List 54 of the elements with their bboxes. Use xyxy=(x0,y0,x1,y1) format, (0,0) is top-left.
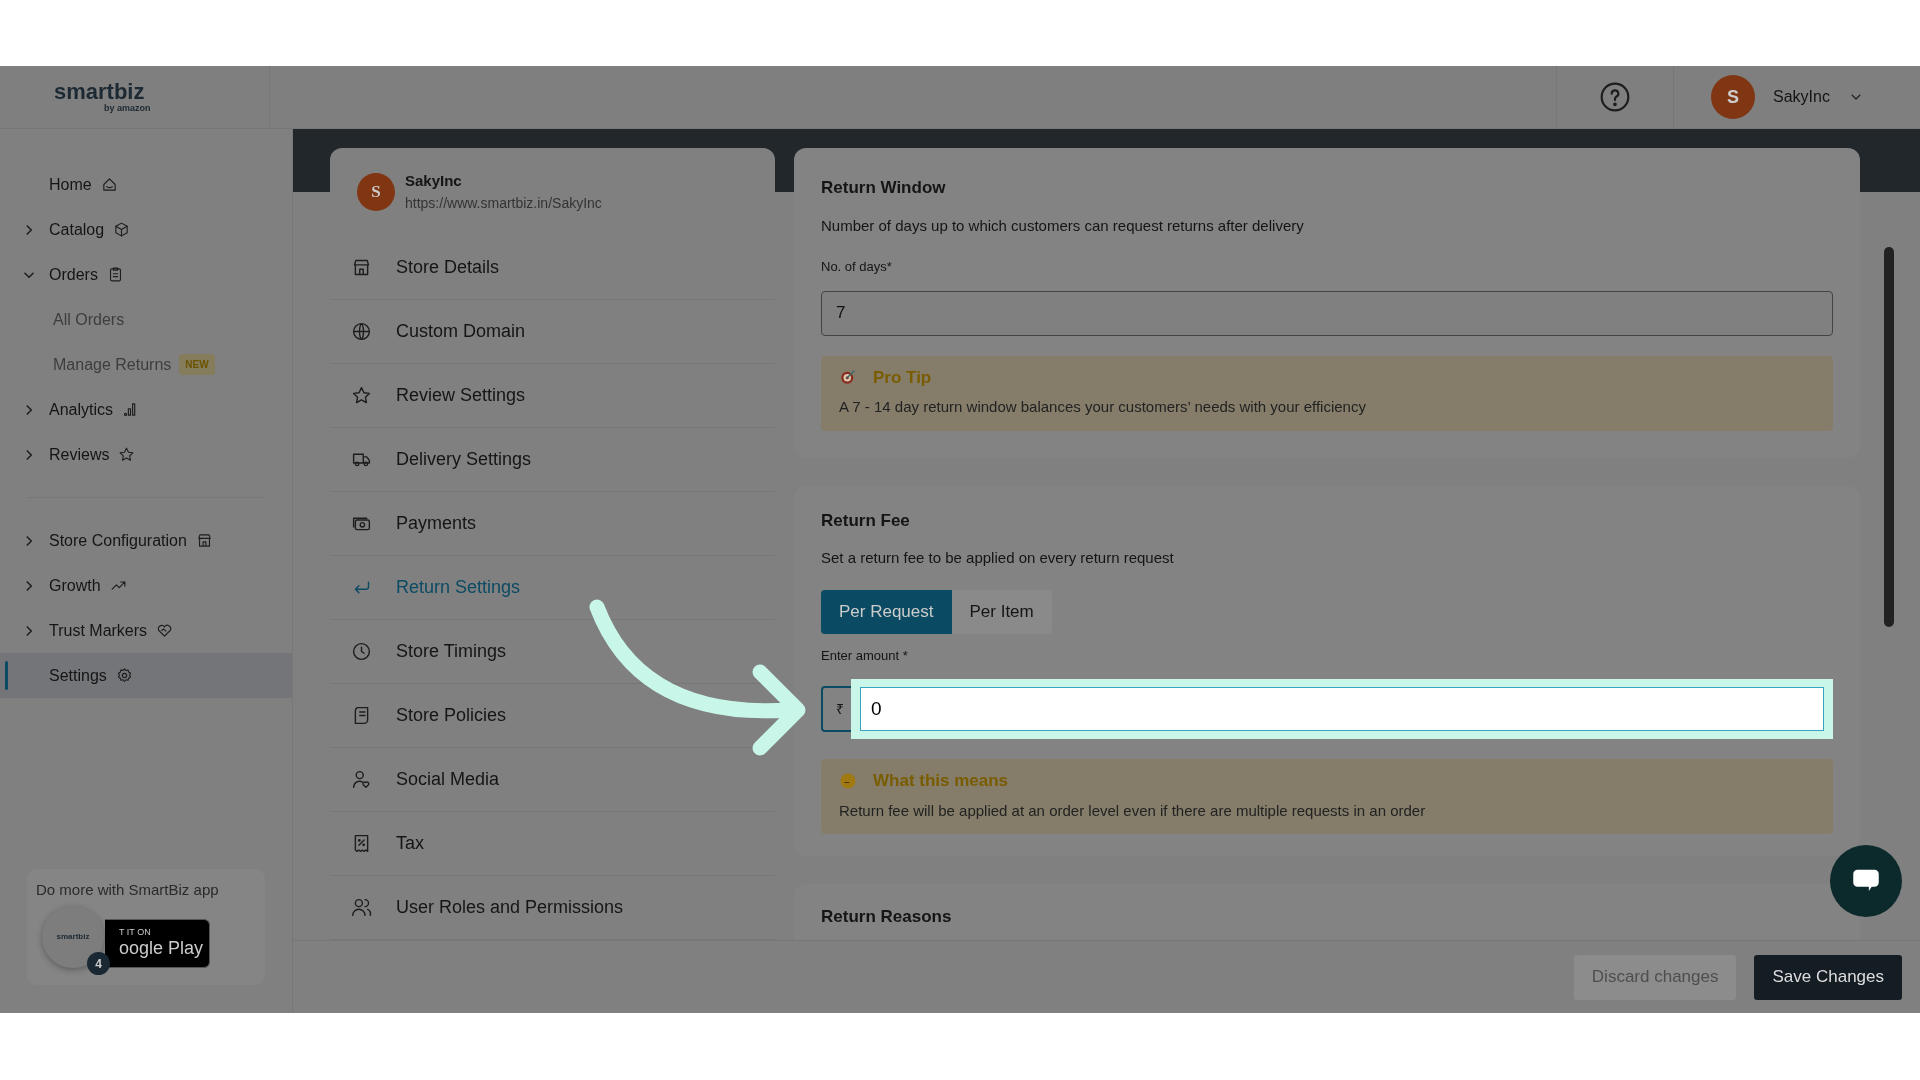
clock-icon xyxy=(351,641,372,662)
sidebar-item[interactable]: Store Configuration xyxy=(0,518,292,563)
fee-type-toggle[interactable]: Per Item xyxy=(951,589,1052,634)
section-description: Number of days up to which customers can request returns after delivery xyxy=(821,215,1305,236)
home-icon xyxy=(100,176,118,193)
section-title: Return Window xyxy=(821,177,947,199)
help-icon[interactable] xyxy=(1599,81,1631,113)
scrollbar-thumb[interactable] xyxy=(1884,247,1894,627)
storefront-icon xyxy=(195,532,213,549)
save-button[interactable]: Save Changes xyxy=(1754,954,1902,1000)
sidebar-item[interactable]: Catalog xyxy=(0,207,292,252)
storefront-icon xyxy=(351,257,372,278)
star-icon xyxy=(351,385,372,406)
cube-icon xyxy=(113,221,131,238)
sidebar-item[interactable]: Orders xyxy=(0,252,292,297)
tip-title: What this means xyxy=(873,770,1009,792)
fee-type-toggle[interactable]: Per Request xyxy=(821,589,952,634)
sidebar-subitem[interactable]: Manage Returns xyxy=(53,352,172,377)
user-name[interactable]: SakyInc xyxy=(1773,85,1830,109)
section-title: Return Fee xyxy=(821,509,911,532)
sidebar-subitem[interactable]: All Orders xyxy=(53,307,125,332)
emoji-icon xyxy=(839,771,857,790)
promo-text: Do more with SmartBiz app xyxy=(36,880,220,900)
count-badge: 4 xyxy=(87,952,110,975)
section-description: Set a return fee to be applied on every return request xyxy=(821,548,1175,568)
target-icon xyxy=(839,368,857,387)
sidebar-item[interactable]: Home xyxy=(0,162,292,207)
tip-text: A 7 - 14 day return window balances your customers’ needs with your efficiency xyxy=(839,397,1367,417)
logo-text: smartbiz xyxy=(54,81,146,103)
star-icon xyxy=(118,446,136,463)
person-heart-icon xyxy=(351,769,372,790)
days-field[interactable]: 7 xyxy=(821,290,1833,336)
sidebar-item[interactable]: Reviews xyxy=(0,432,292,477)
logo-tagline: by amazon xyxy=(104,103,152,113)
store-name: SakyInc xyxy=(405,171,463,192)
field-label: Enter amount * xyxy=(821,646,909,665)
people-icon xyxy=(351,897,372,918)
heart-icon xyxy=(156,622,174,639)
sidebar-item[interactable]: Analytics xyxy=(0,387,292,432)
store-badge[interactable]: T IT ON oogle Play xyxy=(105,919,210,968)
settings-icon xyxy=(115,667,133,684)
user-avatar[interactable]: S xyxy=(1711,75,1755,119)
globe-icon xyxy=(351,321,372,342)
store-url[interactable]: https://www.smartbiz.in/SakyInc xyxy=(405,192,602,214)
sidebar-item[interactable]: Trust Markers xyxy=(0,608,292,653)
sidebar-item[interactable]: Settings xyxy=(0,653,292,698)
store-avatar: S xyxy=(357,173,395,211)
section-title: Return Reasons xyxy=(821,906,953,928)
amount-field[interactable]: 0 xyxy=(860,687,1824,731)
sidebar-item[interactable]: Growth xyxy=(0,563,292,608)
new-badge: NEW xyxy=(179,354,215,375)
tip-title: Pro Tip xyxy=(873,366,932,389)
field-label: No. of days* xyxy=(821,258,893,276)
tip-text: Return fee will be applied at an order level even if there are multiple requests in an order xyxy=(839,800,1427,821)
